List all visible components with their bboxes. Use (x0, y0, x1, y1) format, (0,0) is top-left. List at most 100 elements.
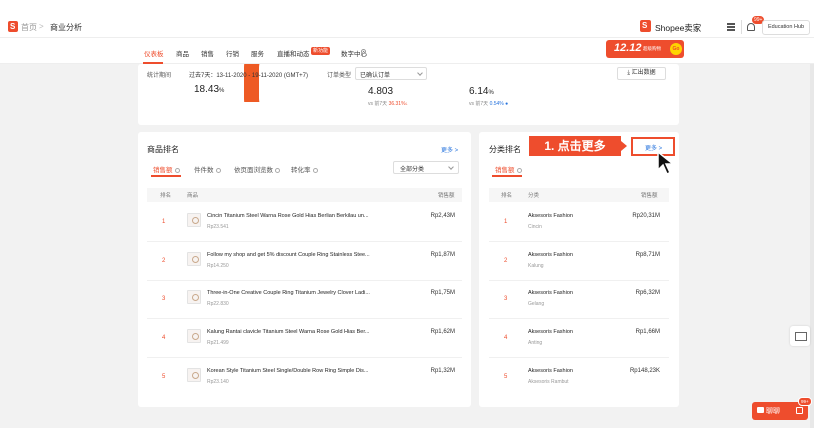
product-thumbnail[interactable] (187, 290, 201, 304)
order-type-select[interactable]: 已确认订单 (355, 67, 427, 80)
mouse-cursor-icon (657, 150, 676, 176)
category-sub: Gelang (528, 301, 545, 307)
row-divider (147, 357, 462, 358)
category-sub: Anting (528, 340, 543, 346)
row-rank: 1 (162, 219, 166, 225)
product-price: Rp23.140 (207, 379, 229, 385)
shopee-logo-icon[interactable] (8, 21, 18, 32)
promo-title: 12.12 (614, 42, 642, 54)
active-subtab-indicator (492, 175, 522, 177)
export-label: 汇出数据 (631, 70, 656, 76)
product-ranking-title: 商品排名 (147, 145, 179, 154)
tutorial-callout: 1. 点击更多 (529, 136, 621, 156)
col-rank: 排名 (501, 193, 513, 199)
tab-live-feed[interactable]: 直播和动态 (277, 48, 310, 58)
tab-sales[interactable]: 销售 (201, 48, 214, 58)
tab-category-sales[interactable]: 销售额 (495, 164, 522, 174)
promo-banner[interactable]: 12.12 超级购物 Go (606, 40, 684, 58)
product-sales: Rp1,87M (430, 252, 455, 258)
row-rank: 4 (504, 335, 508, 341)
col-rank: 排名 (160, 193, 172, 199)
brand-label: Shopee卖家 (655, 23, 702, 33)
period-value[interactable]: 过去7天：13-11-2020 - 19-11-2020 (GMT+7) (189, 70, 308, 79)
category-sales: Rp1,66M (635, 329, 660, 335)
chat-badge: 99+ (798, 397, 812, 406)
tab-units-sold[interactable]: 件件数 (194, 164, 221, 174)
education-hub-button[interactable]: Education Hub (762, 20, 810, 35)
tab-marketing[interactable]: 行销 (226, 48, 239, 58)
row-rank: 5 (504, 374, 508, 380)
row-rank: 3 (162, 296, 166, 302)
product-more-link[interactable]: 更多 > (441, 145, 458, 154)
category-select[interactable]: 全部分类 (393, 161, 459, 174)
product-name[interactable]: Kalung Rantai clavicle Titanium Steel Wa… (207, 329, 387, 335)
new-feature-badge: 新功能 (311, 47, 331, 55)
divider (741, 20, 742, 34)
order-type-label: 订单类型 (327, 73, 352, 79)
product-name[interactable]: Cincin Titanium Steel Warna Rose Gold Hi… (207, 213, 387, 219)
row-divider (147, 280, 462, 281)
product-price: Rp23.541 (207, 224, 229, 230)
row-rank: 4 (162, 335, 166, 341)
stat-conversion-compare: vs 前7天 0.54% ● (469, 101, 509, 107)
product-name[interactable]: Korean Style Titanium Steel Single/Doubl… (207, 368, 387, 374)
category-sales: Rp8,71M (635, 252, 660, 258)
product-thumbnail[interactable] (187, 213, 201, 227)
row-rank: 1 (504, 219, 508, 225)
product-name[interactable]: Three-in-One Creative Couple Ring Titani… (207, 290, 387, 296)
mail-icon[interactable] (790, 326, 810, 346)
chat-label: 聊聊 (766, 408, 780, 415)
category-sub: Aksesoris Rambut (528, 379, 569, 385)
breadcrumb-current: 商业分析 (50, 23, 82, 32)
category-name[interactable]: Aksesoris Fashion (528, 290, 573, 296)
category-name[interactable]: Aksesoris Fashion (528, 213, 573, 219)
tab-service[interactable]: 服务 (251, 48, 264, 58)
tab-dashboard[interactable]: 仪表板 (144, 48, 164, 58)
category-name[interactable]: Aksesoris Fashion (528, 368, 573, 374)
breadcrumb-separator: > (39, 22, 44, 31)
tab-page-views[interactable]: 依页面浏览数 (234, 164, 280, 174)
product-price: Rp22.830 (207, 301, 229, 307)
product-sales: Rp2,43M (430, 213, 455, 219)
row-divider (489, 241, 669, 242)
category-name[interactable]: Aksesoris Fashion (528, 252, 573, 258)
chat-icon (757, 407, 764, 413)
product-sales: Rp1,75M (430, 290, 455, 296)
row-rank: 3 (504, 296, 508, 302)
col-category: 分类 (528, 193, 540, 199)
row-rank: 2 (504, 258, 508, 264)
breadcrumb-home[interactable]: 首页 (21, 22, 37, 33)
stat-count-compare: vs 前7天 36.31%↓ (368, 101, 409, 107)
category-name[interactable]: Aksesoris Fashion (528, 329, 573, 335)
col-sales: 销售额 (641, 193, 658, 199)
period-label: 统计期间 (147, 73, 172, 79)
category-sales: Rp20,31M (632, 213, 660, 219)
promo-go-button[interactable]: Go (670, 43, 682, 55)
info-icon (361, 49, 366, 54)
stat-rate-value: 18.43% (194, 84, 225, 95)
category-sales: Rp148,23K (629, 368, 660, 374)
product-sales: Rp1,62M (430, 329, 455, 335)
row-divider (147, 318, 462, 319)
product-thumbnail[interactable] (187, 368, 201, 382)
col-sales: 销售额 (438, 193, 455, 199)
stat-count-value: 4.803 (368, 86, 394, 97)
tab-sales-amount[interactable]: 销售额 (153, 164, 180, 174)
product-thumbnail[interactable] (187, 329, 201, 343)
row-divider (147, 241, 462, 242)
product-thumbnail[interactable] (187, 252, 201, 266)
tab-conversion[interactable]: 转化率 (291, 164, 318, 174)
export-data-button[interactable]: ⤓ 汇出数据 (617, 67, 666, 80)
col-product: 商品 (187, 193, 199, 199)
page-scrollbar[interactable] (810, 64, 814, 428)
apps-grid-icon[interactable] (727, 23, 735, 31)
expand-icon (796, 407, 803, 414)
product-name[interactable]: Follow my shop and get 5% discount Coupl… (207, 252, 387, 258)
bell-icon[interactable] (747, 23, 755, 31)
category-sales: Rp6,32M (635, 290, 660, 296)
tab-products[interactable]: 商品 (176, 48, 189, 58)
row-divider (489, 318, 669, 319)
product-sales: Rp1,32M (430, 368, 455, 374)
category-ranking-title: 分类排名 (489, 145, 521, 154)
row-rank: 2 (162, 258, 166, 264)
